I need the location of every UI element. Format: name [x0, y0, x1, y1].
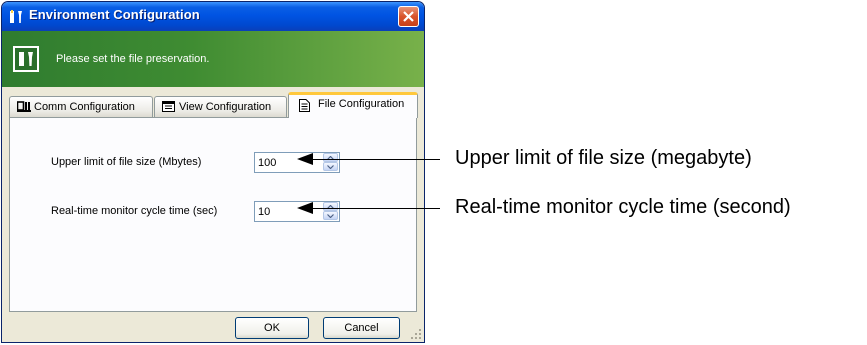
banner-message: Please set the file preservation.	[56, 53, 210, 65]
view-icon	[162, 101, 175, 115]
tab-view-configuration[interactable]: View Configuration	[154, 96, 287, 117]
info-banner: Please set the file preservation.	[2, 31, 424, 87]
environment-configuration-dialog: Environment Configuration Please set the…	[1, 1, 425, 343]
callout-line-file-size	[308, 159, 440, 160]
cycle-time-label: Real-time monitor cycle time (sec)	[51, 205, 218, 217]
spin-up-button[interactable]	[323, 202, 338, 211]
cancel-button[interactable]: Cancel	[323, 317, 400, 339]
tab-label: View Configuration	[179, 101, 272, 113]
file-size-annotation: Upper limit of file size (megabyte)	[455, 147, 752, 169]
window-title: Environment Configuration	[29, 7, 200, 22]
callout-line-cycle-time	[308, 208, 440, 209]
arrowhead-icon	[297, 153, 313, 165]
document-icon	[299, 99, 310, 115]
spin-down-button[interactable]	[323, 211, 338, 220]
tab-label: Comm Configuration	[34, 101, 135, 113]
tab-comm-configuration[interactable]: Comm Configuration	[9, 96, 153, 117]
tab-file-configuration[interactable]: File Configuration	[288, 92, 418, 118]
chevron-down-icon	[327, 165, 334, 169]
spin-up-button[interactable]	[323, 153, 338, 162]
close-button[interactable]	[398, 6, 419, 27]
resize-grip-icon[interactable]	[410, 328, 422, 340]
chevron-down-icon	[327, 214, 334, 218]
ok-button[interactable]: OK	[235, 317, 309, 339]
file-size-label: Upper limit of file size (Mbytes)	[51, 156, 202, 168]
cycle-time-annotation: Real-time monitor cycle time (second)	[455, 196, 791, 218]
comm-icon	[16, 101, 31, 115]
tools-icon	[8, 9, 24, 25]
title-bar[interactable]: Environment Configuration	[2, 2, 424, 31]
arrowhead-icon	[297, 202, 313, 214]
close-icon	[403, 11, 414, 22]
file-configuration-panel: Upper limit of file size (Mbytes) Real-t…	[9, 117, 417, 312]
tools-icon	[13, 46, 39, 72]
spin-down-button[interactable]	[323, 162, 338, 171]
tab-label: File Configuration	[318, 98, 405, 110]
